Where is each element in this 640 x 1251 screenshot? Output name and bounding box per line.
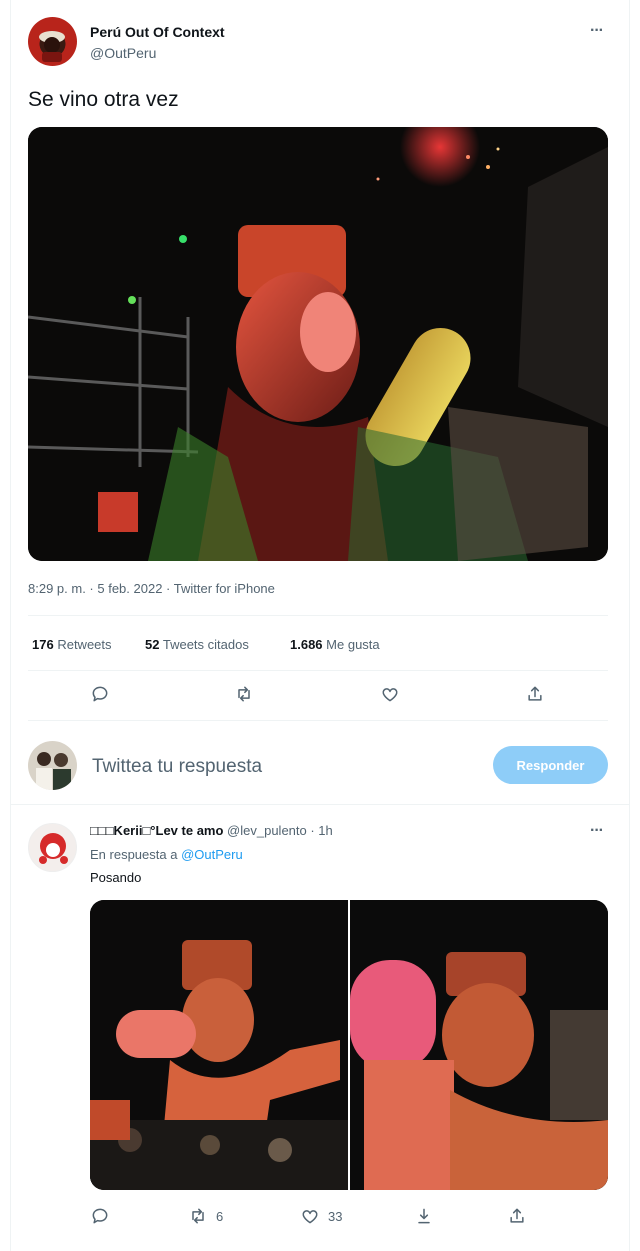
likes-label: Me gusta	[326, 637, 380, 652]
like-button[interactable]	[380, 684, 400, 704]
reply-retweet-button[interactable]: 6	[188, 1206, 223, 1226]
reply-header: □□□Kerii□°Lev te amo @lev_pulento · 1h	[90, 823, 333, 838]
divider	[28, 670, 608, 671]
like-icon	[382, 688, 398, 702]
reply-text: Posando	[90, 870, 142, 885]
retweet-icon	[238, 686, 250, 702]
reply-author-name[interactable]: □□□Kerii□°Lev te amo	[90, 823, 223, 838]
statue-photo-right	[350, 900, 608, 1190]
in-reply-handle-link[interactable]: @OutPeru	[181, 847, 243, 862]
divider	[28, 615, 608, 616]
share-icon	[528, 686, 542, 701]
in-reply-prefix: En respuesta a	[90, 847, 178, 862]
tweet-media-image[interactable]	[28, 127, 608, 561]
retweets-label: Retweets	[57, 637, 112, 652]
author-handle[interactable]: @OutPeru	[90, 45, 156, 61]
share-button[interactable]	[525, 684, 545, 704]
quotes-label: Tweets citados	[162, 637, 249, 652]
night-parade-photo	[28, 127, 608, 561]
author-name[interactable]: Perú Out Of Context	[90, 24, 225, 40]
retweet-icon	[192, 1208, 204, 1224]
tweet-timestamp[interactable]: 8:29 p. m. · 5 feb. 2022 · Twitter for i…	[28, 581, 275, 596]
reply-media-image-1[interactable]	[90, 900, 348, 1190]
reply-icon	[92, 1208, 108, 1224]
tweet-text: Se vino otra vez	[28, 88, 179, 111]
share-icon	[510, 1208, 524, 1223]
reply-compose-input[interactable]: Twittea tu respuesta	[92, 756, 472, 778]
reply-media-image-2[interactable]	[350, 900, 608, 1190]
retweets-count: 176	[32, 637, 54, 652]
reply-button[interactable]	[90, 684, 110, 704]
reply-like-button[interactable]: 33	[300, 1206, 342, 1226]
likes-count: 1.686	[290, 637, 323, 652]
author-avatar[interactable]	[28, 17, 77, 66]
avatar-figure	[39, 31, 65, 62]
reply-handle-time[interactable]: @lev_pulento · 1h	[227, 823, 333, 838]
divider	[11, 804, 629, 805]
like-icon	[302, 1210, 318, 1224]
reply-author-avatar[interactable]	[28, 823, 77, 872]
reply-like-count: 33	[328, 1208, 343, 1224]
reply-retweet-count: 6	[216, 1208, 224, 1224]
responder-button[interactable]: Responder	[493, 746, 608, 784]
reply-share-button[interactable]	[507, 1206, 527, 1226]
reply-icon	[92, 686, 108, 702]
avatar-couple	[36, 752, 71, 790]
reply-reply-button[interactable]	[90, 1206, 110, 1226]
reply-download-button[interactable]	[414, 1206, 434, 1226]
quotes-count: 52	[145, 637, 160, 652]
in-reply-to: En respuesta a @OutPeru	[90, 847, 243, 862]
quotes-stat[interactable]: 52 Tweets citados	[145, 637, 249, 652]
more-options-icon[interactable]: ···	[590, 22, 604, 40]
retweet-button[interactable]	[234, 684, 254, 704]
reply-more-options-icon[interactable]: ···	[590, 822, 604, 840]
avatar-character	[39, 833, 68, 864]
retweets-stat[interactable]: 176 Retweets	[32, 637, 112, 652]
likes-stat[interactable]: 1.686 Me gusta	[290, 637, 380, 652]
statue-photo-left	[90, 900, 348, 1190]
download-icon	[418, 1208, 430, 1224]
user-avatar[interactable]	[28, 741, 77, 790]
divider	[28, 720, 608, 721]
